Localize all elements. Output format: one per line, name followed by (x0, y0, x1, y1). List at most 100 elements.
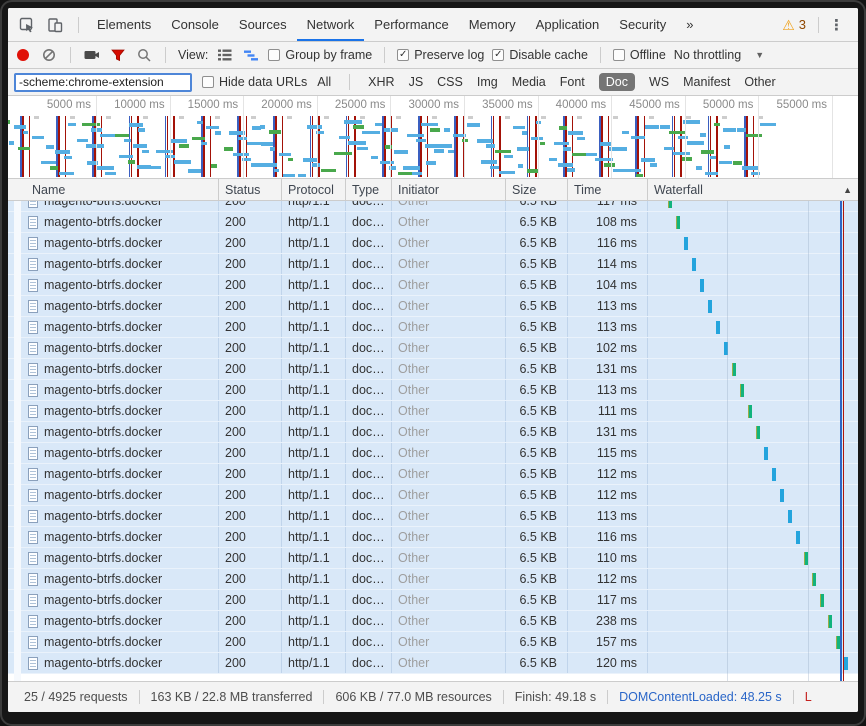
cell-type: doc… (345, 653, 391, 673)
overview-mark (722, 116, 727, 119)
table-row[interactable]: magento-btrfs.docker200http/1.1doc…Other… (8, 506, 858, 527)
column-header-time[interactable]: Time (567, 179, 647, 200)
kebab-menu-icon[interactable]: ⋮ (823, 16, 850, 34)
tab-performance[interactable]: Performance (364, 8, 458, 41)
cell-type: doc… (345, 359, 391, 379)
filter-type-manifest[interactable]: Manifest (683, 75, 730, 89)
record-icon[interactable] (14, 46, 32, 64)
waterfall-bar (772, 468, 776, 481)
filter-type-css[interactable]: CSS (437, 75, 463, 89)
cell-status: 200 (218, 275, 281, 295)
table-row[interactable]: magento-btrfs.docker200http/1.1doc…Other… (8, 254, 858, 275)
table-row[interactable]: magento-btrfs.docker200http/1.1doc…Other… (8, 569, 858, 590)
table-row[interactable]: magento-btrfs.docker200http/1.1doc…Other… (8, 201, 858, 212)
filter-type-xhr[interactable]: XHR (368, 75, 394, 89)
search-icon[interactable] (135, 46, 153, 64)
filter-type-img[interactable]: Img (477, 75, 498, 89)
table-row[interactable]: magento-btrfs.docker200http/1.1doc…Other… (8, 233, 858, 254)
table-row[interactable]: magento-btrfs.docker200http/1.1doc…Other… (8, 317, 858, 338)
camera-icon[interactable] (83, 46, 101, 64)
table-row[interactable]: magento-btrfs.docker200http/1.1doc…Other… (8, 611, 858, 632)
network-overview-minimap[interactable]: 5000 ms10000 ms15000 ms20000 ms25000 ms3… (8, 96, 858, 179)
cell-time: 102 ms (567, 338, 647, 358)
cell-initiator: Other (391, 653, 505, 673)
column-header-label: Name (32, 183, 65, 197)
warning-badge[interactable]: ⚠ 3 (774, 17, 814, 32)
column-header-initiator[interactable]: Initiator (391, 179, 505, 200)
inspect-icon[interactable] (18, 16, 36, 34)
overview-mark (522, 131, 527, 135)
cell-protocol: http/1.1 (281, 548, 345, 568)
tab-network[interactable]: Network (297, 8, 365, 41)
cell-type: doc… (345, 275, 391, 295)
overview-mark (170, 139, 187, 143)
table-row[interactable]: magento-btrfs.docker200http/1.1doc…Other… (8, 632, 858, 653)
overview-mark (375, 123, 382, 127)
overview-mark (279, 153, 291, 157)
table-row[interactable]: magento-btrfs.docker200http/1.1doc…Other… (8, 485, 858, 506)
filter-funnel-icon[interactable] (109, 46, 127, 64)
cell-type: doc… (345, 632, 391, 652)
table-row[interactable]: magento-btrfs.docker200http/1.1doc…Other… (8, 296, 858, 317)
table-row[interactable]: magento-btrfs.docker200http/1.1doc…Other… (8, 443, 858, 464)
waterfall-bar (716, 321, 720, 334)
cell-time: 112 ms (567, 485, 647, 505)
disable-cache-checkbox[interactable]: Disable cache (492, 48, 588, 62)
column-header-protocol[interactable]: Protocol (281, 179, 345, 200)
cell-type: doc… (345, 254, 391, 274)
tab-elements[interactable]: Elements (87, 8, 161, 41)
tab-application[interactable]: Application (526, 8, 610, 41)
tab-security[interactable]: Security (609, 8, 676, 41)
table-row[interactable]: magento-btrfs.docker200http/1.1doc…Other… (8, 212, 858, 233)
filter-type-all[interactable]: All (317, 75, 331, 89)
tab-sources[interactable]: Sources (229, 8, 297, 41)
cell-name: magento-btrfs.docker (8, 611, 218, 631)
filter-type-js[interactable]: JS (409, 75, 424, 89)
filter-type-other[interactable]: Other (744, 75, 775, 89)
column-header-status[interactable]: Status (218, 179, 281, 200)
cell-protocol: http/1.1 (281, 296, 345, 316)
cell-name: magento-btrfs.docker (8, 653, 218, 673)
sort-ascending-icon: ▲ (843, 185, 852, 195)
table-row[interactable]: magento-btrfs.docker200http/1.1doc…Other… (8, 653, 858, 674)
cell-initiator: Other (391, 317, 505, 337)
tab-memory[interactable]: Memory (459, 8, 526, 41)
status-606-kb-77-0-mb-resources: 606 KB / 77.0 MB resources (323, 690, 502, 704)
group-by-frame-checkbox[interactable]: Group by frame (268, 48, 372, 62)
table-row[interactable]: magento-btrfs.docker200http/1.1doc…Other… (8, 527, 858, 548)
table-row[interactable]: magento-btrfs.docker200http/1.1doc…Other… (8, 590, 858, 611)
overview-mark (682, 157, 692, 161)
table-row[interactable]: magento-btrfs.docker200http/1.1doc…Other… (8, 359, 858, 380)
clear-icon[interactable] (40, 46, 58, 64)
column-header-waterfall[interactable]: Waterfall▲ (647, 179, 858, 200)
tab-overflow[interactable]: » (676, 8, 703, 41)
filter-type-media[interactable]: Media (512, 75, 546, 89)
table-row[interactable]: magento-btrfs.docker200http/1.1doc…Other… (8, 338, 858, 359)
overview-mark (353, 125, 364, 129)
filter-type-font[interactable]: Font (560, 75, 585, 89)
tab-console[interactable]: Console (161, 8, 229, 41)
column-header-size[interactable]: Size (505, 179, 567, 200)
table-row[interactable]: magento-btrfs.docker200http/1.1doc…Other… (8, 548, 858, 569)
large-rows-icon[interactable] (216, 46, 234, 64)
filter-type-doc[interactable]: Doc (599, 73, 635, 91)
filter-type-ws[interactable]: WS (649, 75, 669, 89)
preserve-log-checkbox[interactable]: Preserve log (397, 48, 484, 62)
table-row[interactable]: magento-btrfs.docker200http/1.1doc…Other… (8, 401, 858, 422)
table-row[interactable]: magento-btrfs.docker200http/1.1doc…Other… (8, 380, 858, 401)
overview-mark (8, 120, 10, 124)
overview-mark (18, 147, 30, 151)
overview-mark (403, 166, 420, 170)
column-header-type[interactable]: Type (345, 179, 391, 200)
column-header-name[interactable]: Name (8, 179, 218, 200)
show-overview-icon[interactable] (242, 46, 260, 64)
hide-data-urls-checkbox[interactable]: Hide data URLs (202, 75, 307, 89)
waterfall-bar (804, 552, 808, 565)
filter-input[interactable] (14, 73, 192, 92)
throttling-select[interactable]: No throttling ▼ (674, 48, 764, 62)
device-toolbar-icon[interactable] (46, 16, 64, 34)
table-row[interactable]: magento-btrfs.docker200http/1.1doc…Other… (8, 275, 858, 296)
offline-checkbox[interactable]: Offline (613, 48, 666, 62)
table-row[interactable]: magento-btrfs.docker200http/1.1doc…Other… (8, 422, 858, 443)
table-row[interactable]: magento-btrfs.docker200http/1.1doc…Other… (8, 464, 858, 485)
